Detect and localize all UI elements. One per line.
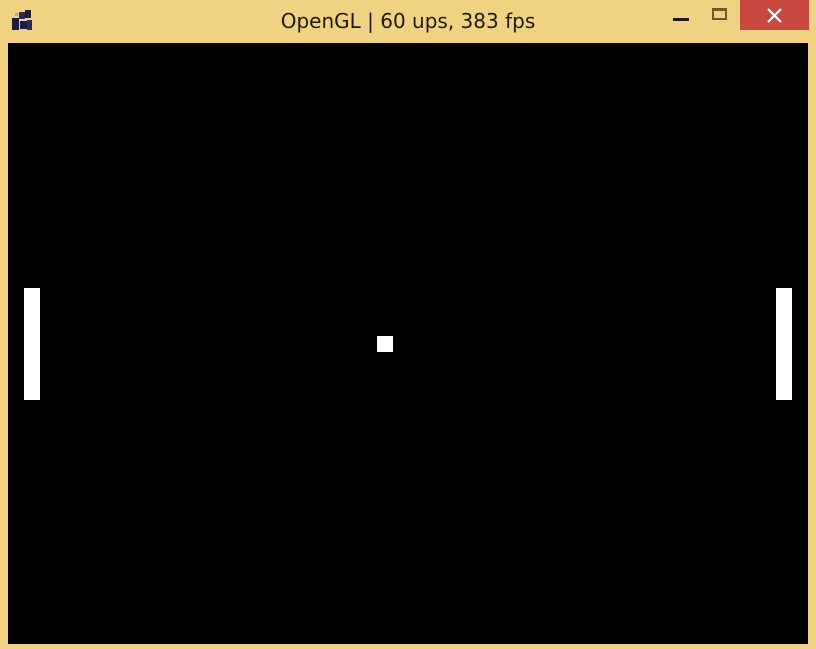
- ball: [377, 336, 393, 352]
- maximize-button[interactable]: [704, 0, 734, 30]
- title-bar[interactable]: OpenGL | 60 ups, 383 fps: [0, 0, 816, 43]
- left-paddle: [24, 288, 40, 400]
- minimize-button[interactable]: [666, 0, 696, 30]
- game-canvas[interactable]: [8, 43, 808, 644]
- close-button[interactable]: [740, 0, 809, 30]
- app-window: OpenGL | 60 ups, 383 fps: [0, 0, 816, 649]
- close-icon: [767, 8, 782, 23]
- right-paddle: [776, 288, 792, 400]
